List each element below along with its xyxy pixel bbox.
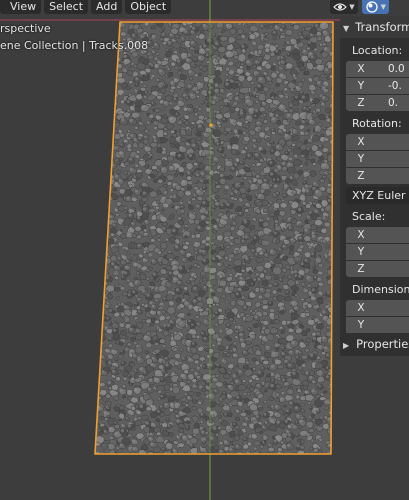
viewport-shading-icon xyxy=(365,1,378,13)
scale-z-field[interactable]: Z xyxy=(346,261,409,277)
viewport-menubar: View Select Add Object xyxy=(0,0,172,14)
chevron-down-icon: ▼ xyxy=(349,3,355,11)
properties-title: Properties xyxy=(356,337,409,351)
sidebar-n-panel: ▼ Transform Location: X 0.0 Y -0. Z 0. Rotat… xyxy=(340,16,409,356)
scale-y-field[interactable]: Y xyxy=(346,244,409,260)
rotation-label: Rotation: xyxy=(352,117,402,130)
rock-mesh xyxy=(95,22,333,454)
object-origin xyxy=(209,123,213,127)
menu-select[interactable]: Select xyxy=(44,0,89,14)
location-x-field[interactable]: X 0.0 xyxy=(346,61,409,77)
collection-object-label: ene Collection | Tracks.008 xyxy=(0,39,149,52)
menu-add[interactable]: Add xyxy=(91,0,123,14)
scale-fields: X Y Z xyxy=(346,227,409,277)
location-label: Location: xyxy=(352,44,403,57)
properties-panel-header[interactable]: ▶ Properties xyxy=(340,333,409,355)
location-fields: X 0.0 Y -0. Z 0. xyxy=(346,61,409,111)
transform-panel-header[interactable]: ▼ Transform xyxy=(340,16,409,38)
rotation-y-field[interactable]: Y xyxy=(346,151,409,167)
shading-toggle-button[interactable]: ▼ xyxy=(361,0,389,14)
viewport-header-icons: ▼ ▼ xyxy=(330,0,389,14)
expanded-triangle-icon: ▼ xyxy=(343,24,350,33)
location-y-field[interactable]: Y -0. xyxy=(346,78,409,94)
location-z-field[interactable]: Z 0. xyxy=(346,95,409,111)
scale-x-field[interactable]: X xyxy=(346,227,409,243)
chevron-down-icon: ▼ xyxy=(380,3,386,11)
menu-object[interactable]: Object xyxy=(125,0,172,14)
rotation-x-field[interactable]: X xyxy=(346,134,409,150)
menu-view[interactable]: View xyxy=(0,0,42,14)
rotation-z-field[interactable]: Z xyxy=(346,168,409,184)
dimensions-y-field[interactable]: Y xyxy=(346,317,409,333)
camera-gizmo-icon xyxy=(333,3,348,11)
collapsed-triangle-icon: ▶ xyxy=(343,341,350,350)
view-perspective-label: rspective xyxy=(0,22,51,35)
dimensions-x-field[interactable]: X xyxy=(346,300,409,316)
scale-label: Scale: xyxy=(352,210,386,223)
gizmo-toggle-button[interactable]: ▼ xyxy=(330,0,358,14)
dimensions-label: Dimensions: xyxy=(352,283,409,296)
rotation-fields: X Y Z xyxy=(346,134,409,184)
rotation-mode-select[interactable]: XYZ Euler xyxy=(346,187,409,204)
transform-title: Transform xyxy=(355,20,409,34)
